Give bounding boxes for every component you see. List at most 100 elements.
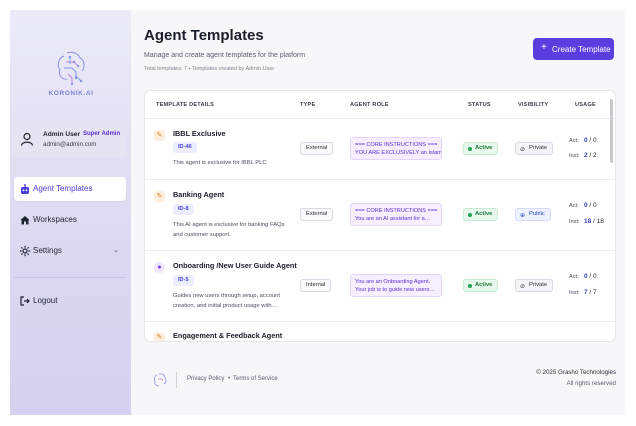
status-badge: Active [463, 208, 499, 221]
usage-act-label: Act: [569, 138, 579, 144]
table-scrollbar[interactable] [610, 99, 613, 163]
usage-act-label: Act: [569, 274, 579, 280]
terms-of-service-link[interactable]: Terms of Service [233, 376, 278, 382]
template-name[interactable]: Onboarding /New User Guide Agent [173, 261, 297, 270]
robot-icon [21, 184, 29, 194]
nav-item-workspaces[interactable]: Workspaces [14, 208, 126, 232]
visibility-badge: ⊘ Private [515, 142, 554, 155]
role-line: === CORE INSTRUCTIONS === [355, 142, 438, 148]
user-email: admin@admin.com [43, 141, 97, 148]
template-name[interactable]: Engagement & Feedback Agent [173, 331, 282, 340]
footer-link-separator: • [228, 376, 231, 382]
inst-total: 18 [596, 218, 604, 225]
sidebar-divider [14, 277, 126, 278]
template-description: This AI agent is exclusive for banking F… [173, 221, 288, 240]
page-subtitle: Manage and create agent templates for th… [144, 52, 306, 59]
template-name[interactable]: Banking Agent [173, 190, 224, 199]
brand-name: KORONIK.AI [48, 90, 94, 97]
page-title: Agent Templates [144, 27, 264, 44]
usage-act-value: 0 / 0 [584, 273, 597, 280]
agent-role-preview: You are an Onboarding Agent. Your job is… [350, 274, 442, 297]
brain-logo-icon [57, 51, 85, 86]
type-badge: External [300, 142, 334, 155]
usage-inst-label: Inst: [569, 153, 580, 159]
table-header: TEMPLATE DETAILS TYPE AGENT ROLE STATUS … [145, 91, 615, 119]
visibility-label: Private [529, 145, 548, 151]
description-line: This agent is exclusive for IBBL PLC [173, 160, 267, 166]
usage-act-value: 0 / 0 [584, 137, 597, 144]
act-total: 0 [593, 273, 597, 280]
act-total: 0 [593, 137, 597, 144]
user-card[interactable]: Admin User Super Admin admin@admin.com [14, 122, 126, 157]
create-template-label: Create Template [552, 45, 611, 54]
main-content: Agent Templates Manage and create agent … [131, 10, 625, 415]
table-row[interactable]: ✎ Engagement & Feedback Agent [145, 323, 615, 341]
template-id-badge: ID-8 [173, 204, 194, 215]
usage-inst-label: Inst: [569, 290, 580, 296]
col-usage: USAGE [575, 102, 596, 108]
table-row[interactable]: ✎ Banking Agent ID-8 This AI agent is ex… [145, 181, 615, 251]
table-row[interactable]: ✎ IBBL Exclusive ID-46 This agent is exc… [145, 120, 615, 180]
copyright-text: © 2025 Grasho Technologies [536, 369, 616, 376]
role-line: You are an AI assistant for a… [355, 216, 431, 222]
chevron-down-icon[interactable]: ⌄ [113, 246, 119, 254]
create-template-button[interactable]: + Create Template [533, 38, 614, 60]
nav-label: Logout [33, 296, 58, 305]
privacy-policy-link[interactable]: Privacy Policy [187, 376, 224, 382]
inst-count: 2 [584, 152, 588, 159]
home-icon [20, 216, 30, 225]
inst-count: 18 [584, 218, 592, 225]
plus-icon: + [541, 42, 547, 53]
rights-text: All rights reserved [566, 380, 616, 387]
user-guide-icon[interactable]: ● [154, 262, 165, 273]
description-line: This AI agent is exclusive for banking F… [173, 222, 285, 228]
template-id-badge: ID-46 [173, 142, 197, 153]
description-line: and customer support. [173, 231, 231, 238]
sidebar: KORONIK.AI Admin User Super Admin admin@… [10, 10, 131, 415]
act-count: 0 [584, 137, 588, 144]
user-avatar-icon [20, 132, 34, 146]
template-description: Guides new users through setup, account … [173, 292, 288, 311]
act-count: 0 [584, 273, 588, 280]
type-badge: External [300, 208, 334, 221]
edit-icon[interactable]: ✎ [154, 130, 165, 141]
col-status: STATUS [468, 102, 491, 108]
template-id-badge: ID-5 [173, 275, 194, 286]
table-row[interactable]: ● Onboarding /New User Guide Agent ID-5 … [145, 252, 615, 322]
usage-act-value: 0 / 0 [584, 202, 597, 209]
col-agent-role: AGENT ROLE [350, 102, 389, 108]
nav-item-logout[interactable]: Logout [14, 289, 126, 313]
nav-label: Settings [33, 246, 62, 255]
template-name[interactable]: IBBL Exclusive [173, 129, 226, 138]
user-name: Admin User [43, 131, 81, 138]
usage-act-label: Act: [569, 203, 579, 209]
footer-divider [176, 372, 177, 388]
globe-icon: ⊕ [520, 213, 526, 219]
visibility-badge: ⊕ Public [515, 208, 551, 221]
act-total: 0 [593, 202, 597, 209]
template-description: This agent is exclusive for IBBL PLC [173, 159, 288, 169]
status-badge: Active [463, 142, 499, 155]
usage-inst-value: 7 / 7 [584, 289, 597, 296]
brand-logo: KORONIK.AI [43, 48, 99, 108]
inst-total: 7 [593, 289, 597, 296]
type-badge: Internal [300, 279, 332, 292]
nav-label: Agent Templates [33, 184, 93, 193]
nav-label: Workspaces [33, 215, 77, 224]
app-window: KORONIK.AI Admin User Super Admin admin@… [10, 10, 625, 415]
templates-table: TEMPLATE DETAILS TYPE AGENT ROLE STATUS … [144, 90, 616, 342]
nav-item-agent-templates[interactable]: Agent Templates [14, 177, 126, 201]
description-line: Guides new users through setup, account [173, 293, 280, 299]
col-type: TYPE [300, 102, 316, 108]
user-role-badge: Super Admin [83, 131, 121, 137]
description-line: creation, and initial product usage with… [173, 302, 278, 309]
edit-icon[interactable]: ✎ [154, 332, 165, 341]
inst-count: 7 [584, 289, 588, 296]
agent-role-preview: === CORE INSTRUCTIONS === YOU ARE EXCLUS… [350, 137, 442, 160]
usage-inst-label: Inst: [569, 219, 580, 225]
role-line: You are an Onboarding Agent. [355, 279, 431, 285]
template-count: Total templates: 7 • Templates created b… [144, 66, 275, 72]
nav-item-settings[interactable]: Settings ⌄ [14, 239, 126, 263]
footer-logo-icon [154, 373, 167, 387]
edit-icon[interactable]: ✎ [154, 191, 165, 202]
